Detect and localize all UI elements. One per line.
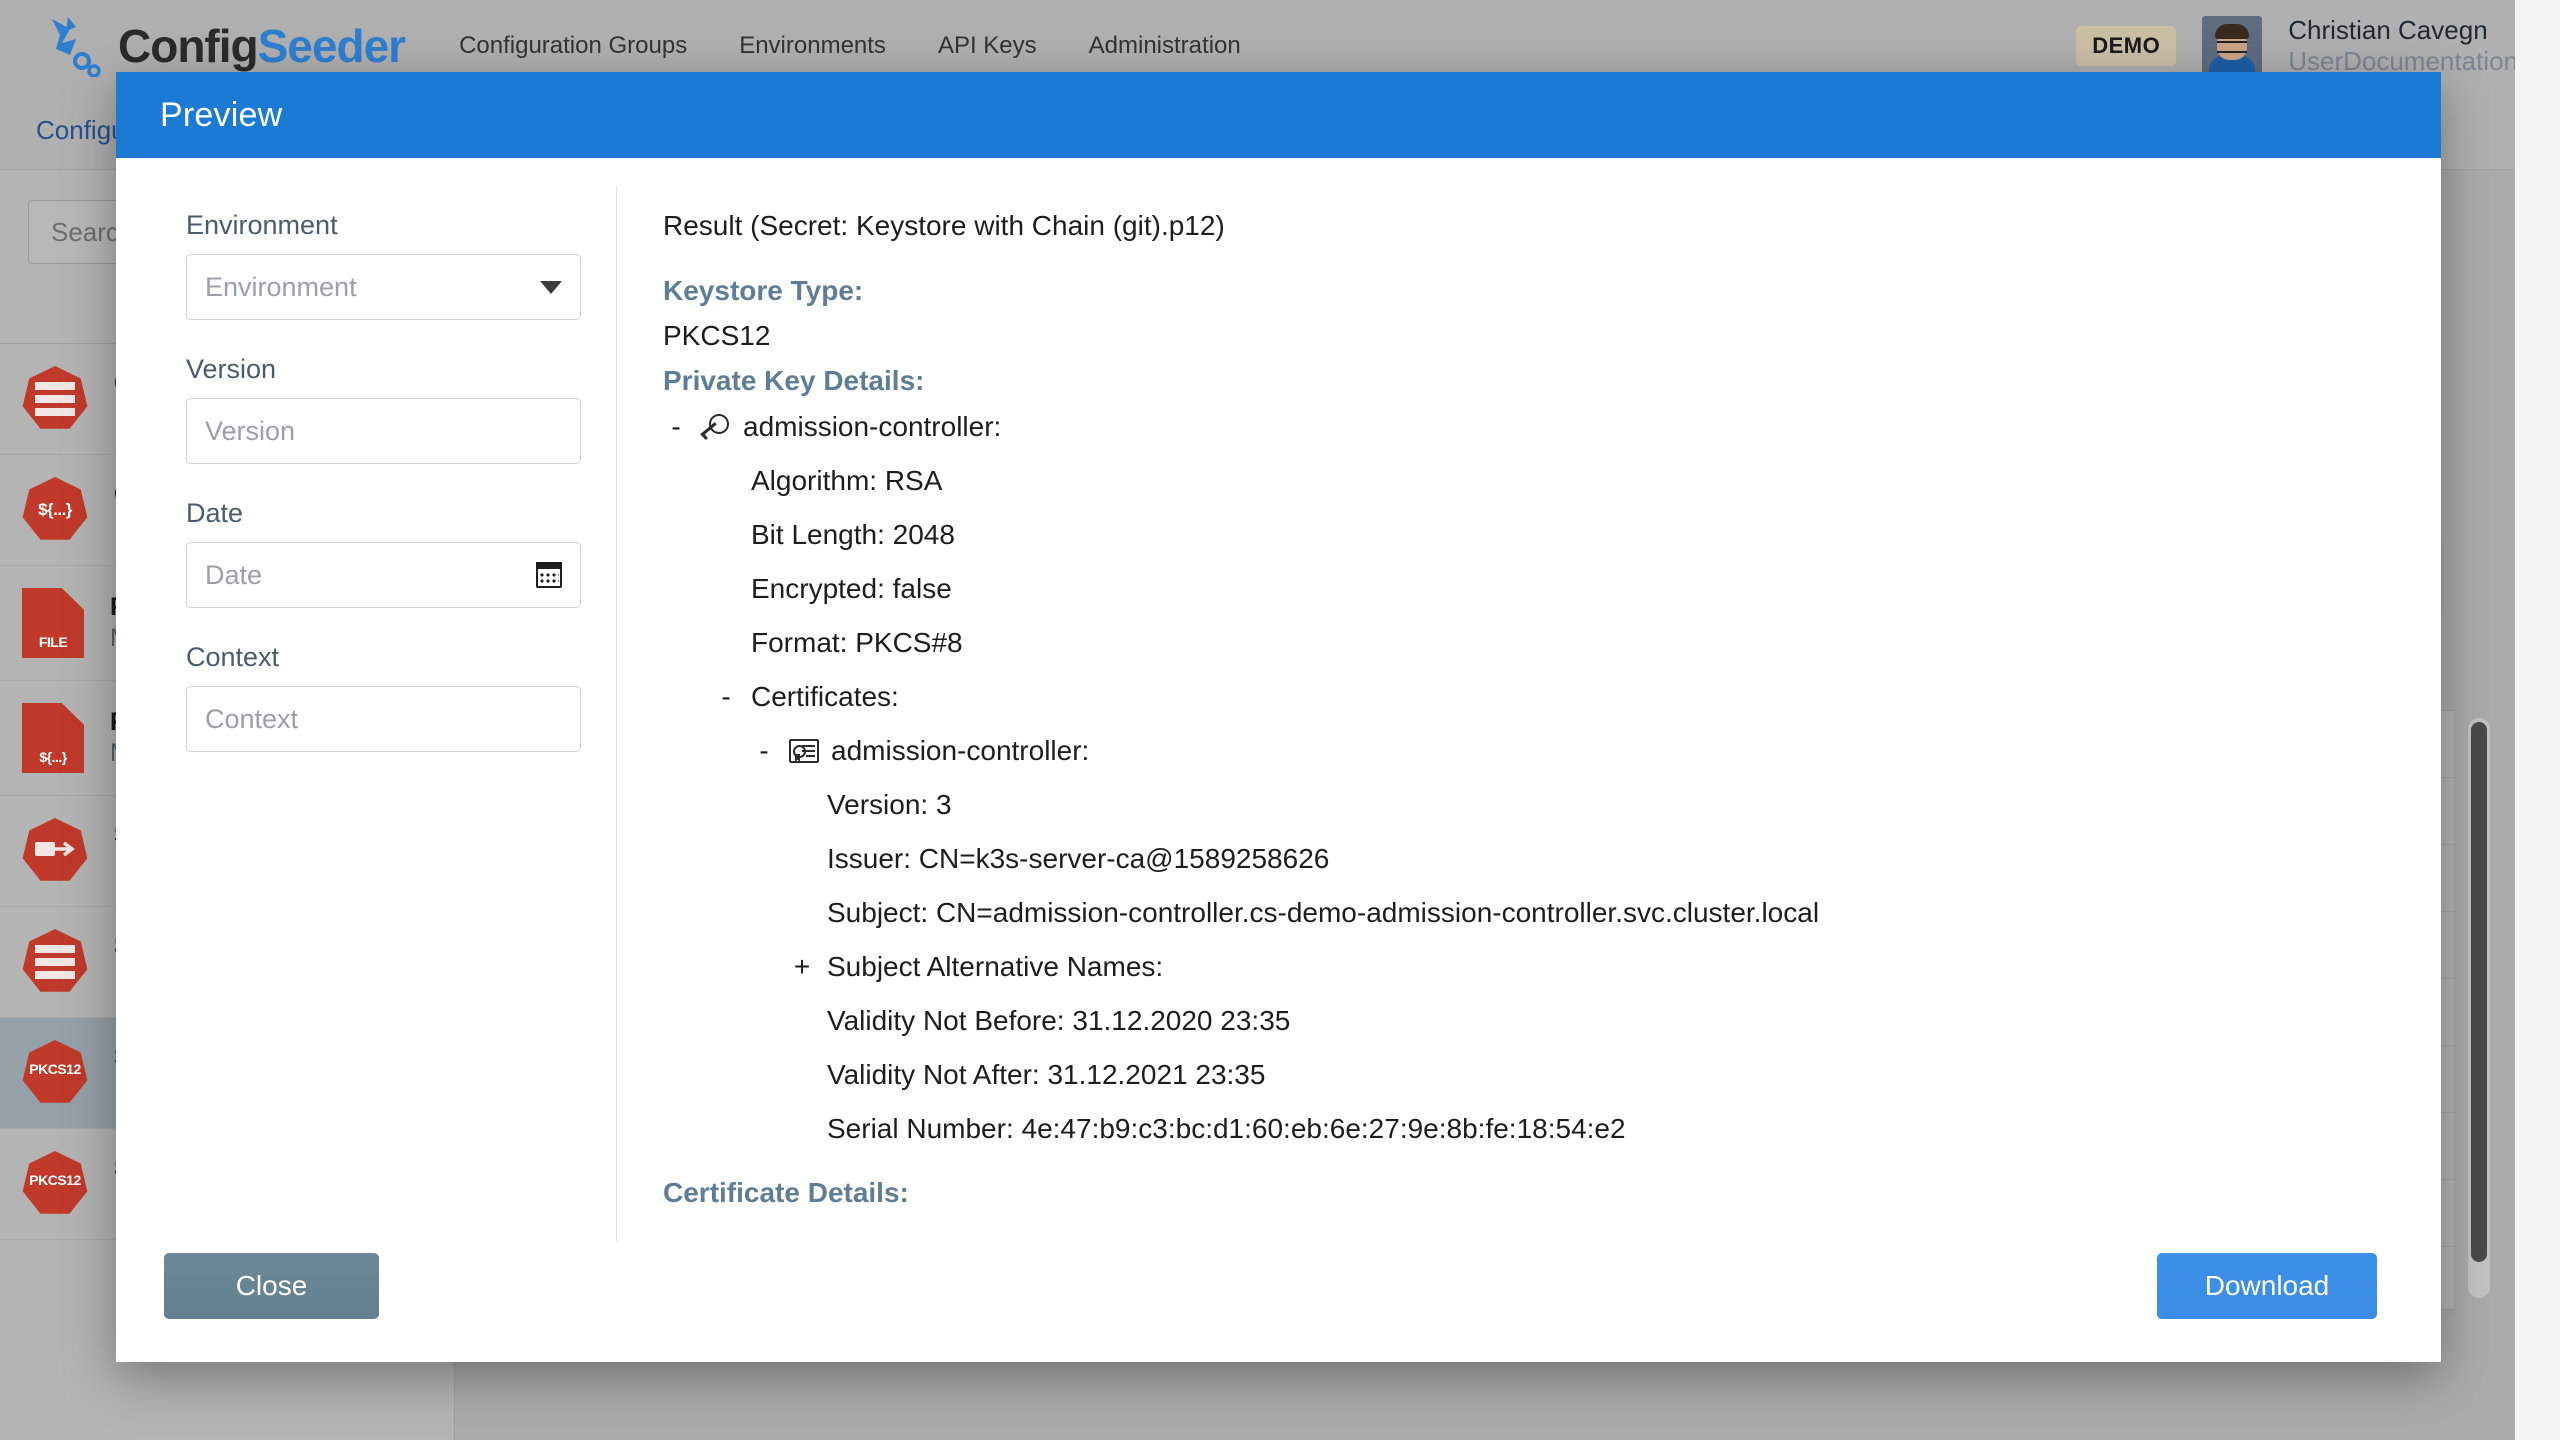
- tree-toggle-icon[interactable]: -: [713, 683, 739, 711]
- certificate-validity-not-before: Validity Not Before: 31.12.2020 23:35: [827, 1007, 2401, 1035]
- download-button[interactable]: Download: [2157, 1253, 2377, 1319]
- private-key-property: - Algorithm: RSA: [663, 467, 2401, 495]
- environment-field: Environment Environment: [186, 210, 581, 320]
- private-key-name: admission-controller:: [743, 411, 1001, 442]
- tree-toggle-icon[interactable]: -: [751, 737, 777, 765]
- certificate-name: admission-controller:: [831, 735, 1089, 766]
- private-key-property: - Bit Length: 2048: [663, 521, 2401, 549]
- dialog-body: Environment Environment Version Version …: [116, 158, 2441, 1210]
- property-encrypted: Encrypted: false: [751, 575, 2401, 603]
- chevron-down-icon[interactable]: [540, 281, 562, 294]
- certificate-field: - Version: 3: [663, 791, 2401, 819]
- result-heading: Result (Secret: Keystore with Chain (git…: [663, 210, 2401, 242]
- date-input[interactable]: Date: [186, 542, 581, 608]
- calendar-days: [539, 572, 559, 585]
- date-placeholder: Date: [205, 560, 262, 591]
- close-button[interactable]: Close: [164, 1253, 379, 1319]
- certificate-node-label: admission-controller:: [789, 737, 2401, 765]
- preview-filter-form: Environment Environment Version Version …: [116, 158, 616, 1210]
- certificate-field: - Subject: CN=admission-controller.cs-de…: [663, 899, 2401, 927]
- private-key-property: - Format: PKCS#8: [663, 629, 2401, 657]
- context-field: Context Context: [186, 642, 581, 752]
- context-input[interactable]: Context: [186, 686, 581, 752]
- certificate-field: - Serial Number: 4e:47:b9:c3:bc:d1:60:eb…: [663, 1115, 2401, 1143]
- certificate-field: - Validity Not Before: 31.12.2020 23:35: [663, 1007, 2401, 1035]
- private-key-node[interactable]: - admission-controller:: [663, 413, 2401, 441]
- version-field: Version Version: [186, 354, 581, 464]
- certificates-label: Certificates:: [751, 683, 2401, 711]
- key-tooth: [701, 433, 707, 440]
- certificate-line: [806, 755, 815, 757]
- private-key-node-label: admission-controller:: [701, 413, 2401, 441]
- property-format: Format: PKCS#8: [751, 629, 2401, 657]
- private-key-property: - Encrypted: false: [663, 575, 2401, 603]
- private-key-tree: - admission-controller: - Algorithm: RSA: [663, 413, 2401, 1143]
- certificate-details-label: Certificate Details:: [663, 1177, 2401, 1209]
- certificate-node[interactable]: - admission-controller:: [663, 737, 2401, 765]
- preview-dialog: Preview Environment Environment Version …: [116, 72, 2441, 1362]
- subject-alternative-names-label: Subject Alternative Names:: [827, 953, 2401, 981]
- keystore-type-value: PKCS12: [663, 320, 2401, 352]
- calendar-header: [536, 562, 562, 569]
- dialog-footer: Close Download: [116, 1210, 2441, 1362]
- version-placeholder: Version: [205, 416, 295, 447]
- tree-toggle-icon[interactable]: -: [663, 413, 689, 441]
- dialog-title: Preview: [160, 96, 282, 135]
- date-field: Date Date: [186, 498, 581, 608]
- context-label: Context: [186, 642, 581, 673]
- environment-select[interactable]: Environment: [186, 254, 581, 320]
- certificate-issuer: Issuer: CN=k3s-server-ca@1589258626: [827, 845, 2401, 873]
- version-label: Version: [186, 354, 581, 385]
- environment-label: Environment: [186, 210, 581, 241]
- certificate-icon: [789, 739, 819, 763]
- subject-alternative-names-node[interactable]: + Subject Alternative Names:: [663, 953, 2401, 981]
- calendar-icon[interactable]: [536, 562, 562, 588]
- key-icon: [701, 414, 731, 440]
- result-panel: Result (Secret: Keystore with Chain (git…: [617, 158, 2441, 1210]
- environment-placeholder: Environment: [205, 272, 357, 303]
- context-placeholder: Context: [205, 704, 298, 735]
- dialog-header: Preview: [116, 72, 2441, 158]
- private-key-details-label: Private Key Details:: [663, 365, 2401, 397]
- tree-toggle-icon[interactable]: +: [789, 953, 815, 981]
- date-label: Date: [186, 498, 581, 529]
- property-bit-length: Bit Length: 2048: [751, 521, 2401, 549]
- certificate-version: Version: 3: [827, 791, 2401, 819]
- keystore-type-label: Keystore Type:: [663, 275, 2401, 307]
- certificate-field: - Issuer: CN=k3s-server-ca@1589258626: [663, 845, 2401, 873]
- key-ring: [705, 410, 733, 438]
- certificate-validity-not-after: Validity Not After: 31.12.2021 23:35: [827, 1061, 2401, 1089]
- certificate-subject: Subject: CN=admission-controller.cs-demo…: [827, 899, 2401, 927]
- version-input[interactable]: Version: [186, 398, 581, 464]
- certificate-serial-number: Serial Number: 4e:47:b9:c3:bc:d1:60:eb:6…: [827, 1115, 2401, 1143]
- property-algorithm: Algorithm: RSA: [751, 467, 2401, 495]
- certificate-field: - Validity Not After: 31.12.2021 23:35: [663, 1061, 2401, 1089]
- certificates-node[interactable]: - Certificates:: [663, 683, 2401, 711]
